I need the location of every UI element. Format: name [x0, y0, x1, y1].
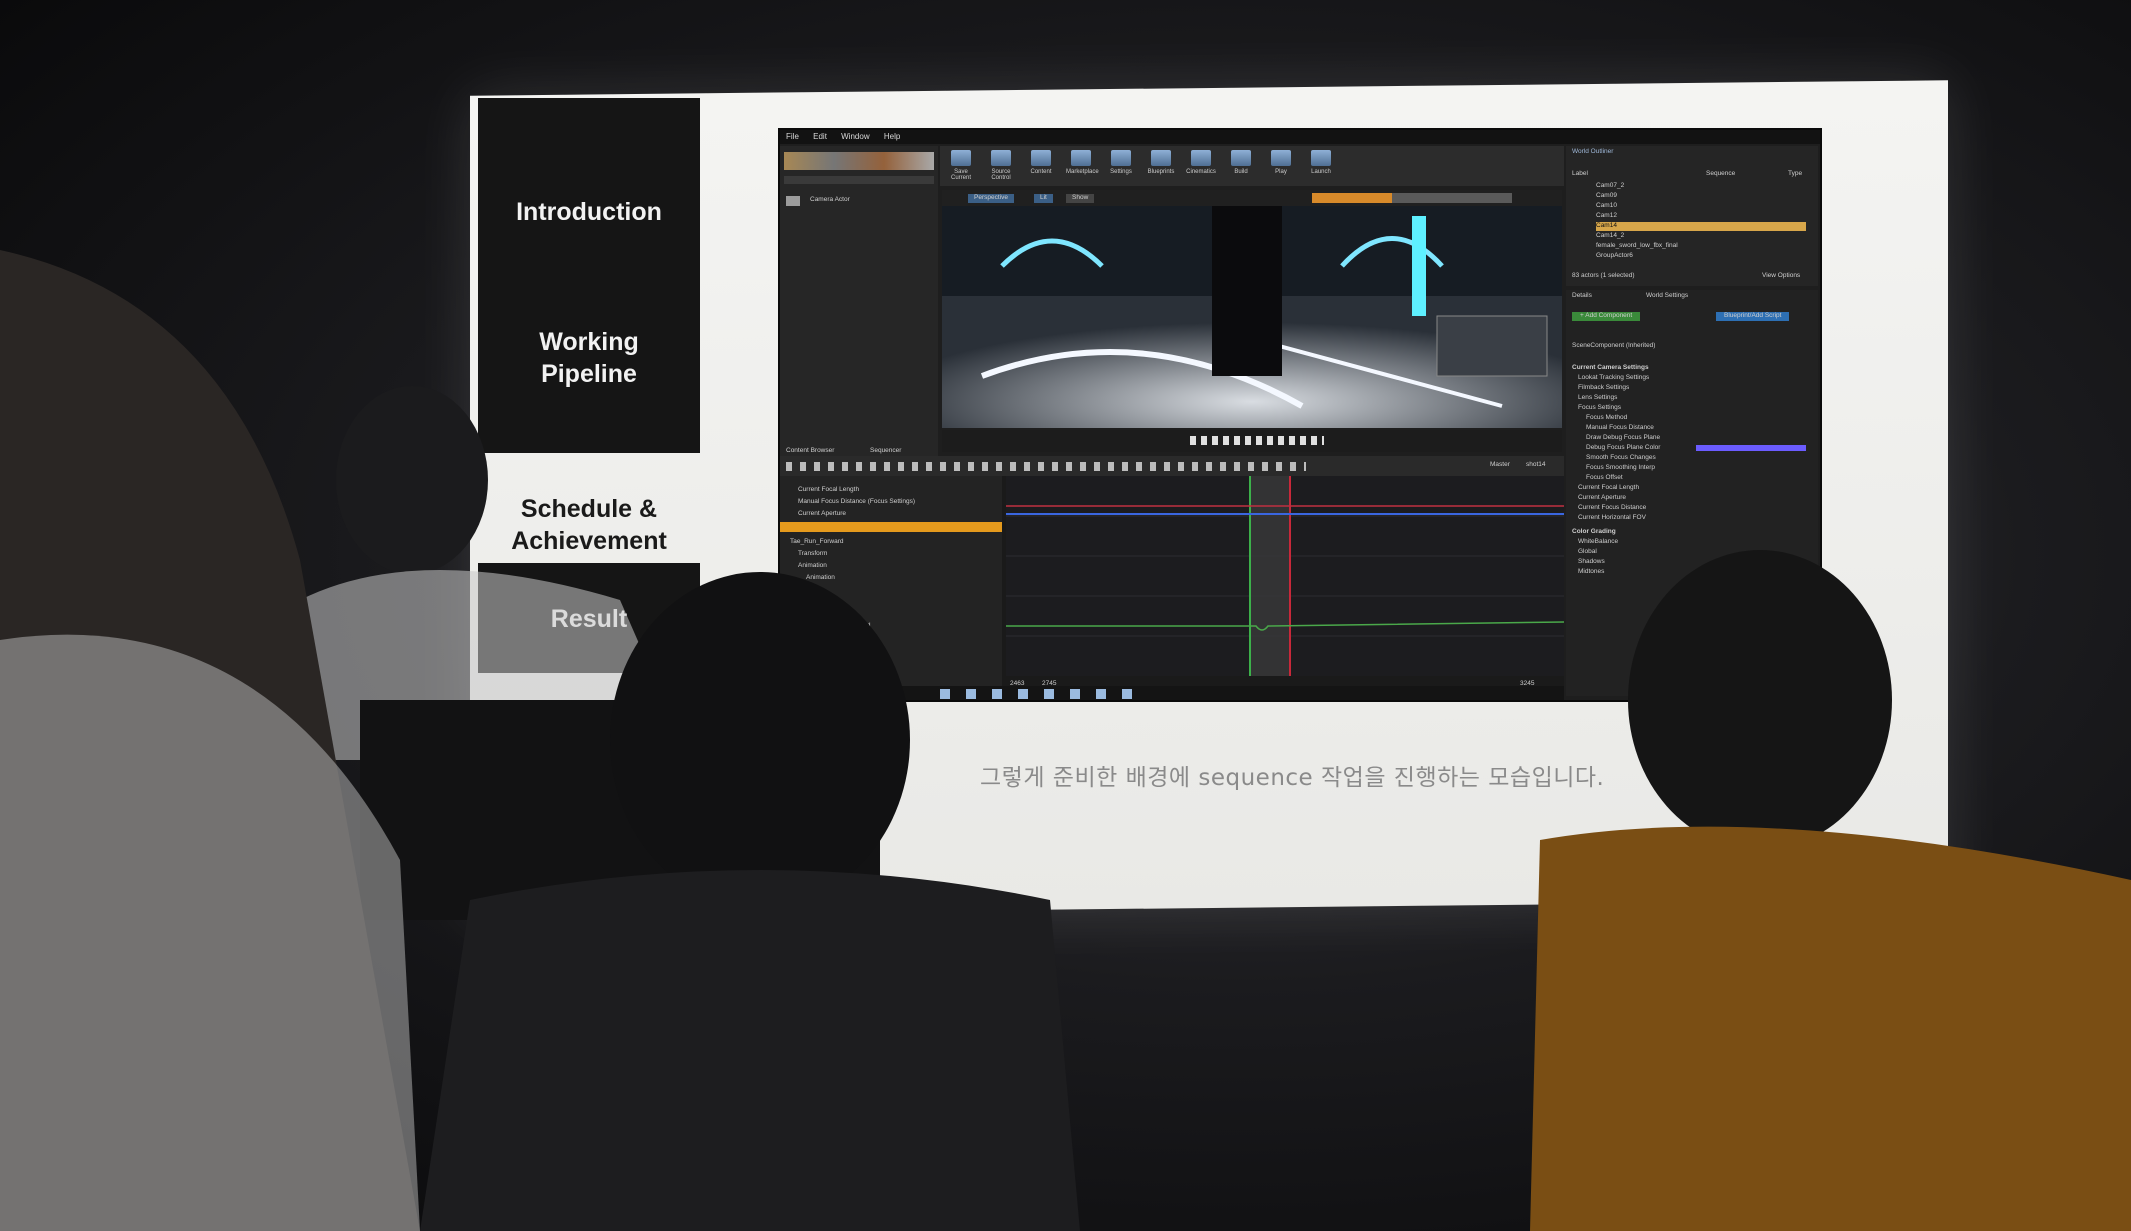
audience-silhouettes	[0, 250, 2131, 1231]
